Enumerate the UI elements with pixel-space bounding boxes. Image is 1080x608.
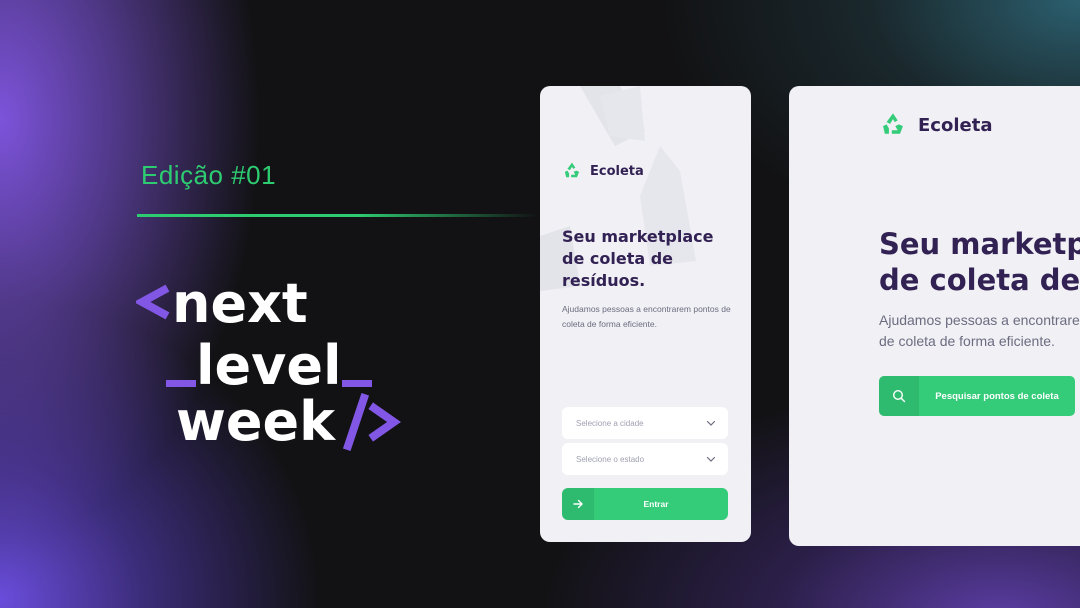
desktop-logo-text: Ecoleta bbox=[918, 114, 993, 136]
recycle-icon bbox=[883, 113, 903, 134]
enter-button-icon-box bbox=[562, 488, 594, 520]
edition-divider bbox=[137, 214, 537, 217]
mobile-logo: Ecoleta bbox=[562, 161, 644, 181]
enter-button-label: Entrar bbox=[643, 499, 669, 509]
logo-line-week: week bbox=[176, 390, 401, 453]
city-select-label: Selecione a cidade bbox=[576, 418, 644, 428]
chevron-down-icon bbox=[706, 420, 716, 426]
logo-line-next: next bbox=[136, 272, 308, 335]
recycle-icon bbox=[564, 162, 580, 178]
chevron-down-icon bbox=[706, 456, 716, 462]
enter-button[interactable]: Entrar bbox=[562, 488, 728, 520]
search-button-icon-box bbox=[879, 376, 919, 416]
desktop-logo: Ecoleta bbox=[879, 111, 992, 139]
logo-word-week: week bbox=[176, 390, 336, 453]
logo-slash bbox=[342, 392, 370, 452]
logo-underscore-right bbox=[342, 380, 372, 387]
mobile-page-title: Seu marketplace de coleta de resíduos. bbox=[562, 227, 714, 290]
logo-underscore-left bbox=[166, 380, 196, 387]
desktop-description: Ajudamos pessoas a encontrarem pontos de… bbox=[879, 310, 1080, 352]
city-select[interactable]: Selecione a cidade bbox=[562, 407, 728, 439]
mobile-mockup: Ecoleta Seu marketplace de coleta de res… bbox=[540, 86, 751, 542]
logo-bracket-open bbox=[136, 284, 170, 320]
logo-word-next: next bbox=[172, 272, 308, 335]
logo-bracket-close bbox=[368, 402, 401, 442]
desktop-mockup: Ecoleta Seu marketplace de coleta de res… bbox=[789, 86, 1080, 546]
logo-word-level: level bbox=[196, 334, 341, 397]
desktop-title-line-1: Seu marketplace bbox=[879, 227, 1080, 261]
next-level-week-logo: next level week bbox=[136, 272, 401, 453]
arrow-right-icon bbox=[573, 499, 583, 509]
state-select[interactable]: Selecione o estado bbox=[562, 443, 728, 475]
search-points-button[interactable]: Pesquisar pontos de coleta bbox=[879, 376, 1075, 416]
search-points-button-label: Pesquisar pontos de coleta bbox=[935, 390, 1059, 402]
search-icon bbox=[892, 389, 906, 403]
desktop-description-line-1: Ajudamos pessoas a encontrarem pontos bbox=[879, 312, 1080, 328]
desktop-description-line-2: de coleta de forma eficiente. bbox=[879, 333, 1055, 349]
logo-line-level: level bbox=[166, 334, 372, 397]
edition-label: Edição #01 bbox=[141, 160, 277, 190]
state-select-label: Selecione o estado bbox=[576, 454, 645, 464]
desktop-title-line-2: de coleta de resíduos. bbox=[879, 263, 1080, 297]
desktop-page-title: Seu marketplace de coleta de resíduos. bbox=[879, 226, 1080, 298]
mobile-description: Ajudamos pessoas a encontrarem pontos de… bbox=[562, 304, 731, 329]
mobile-logo-text: Ecoleta bbox=[590, 163, 644, 179]
